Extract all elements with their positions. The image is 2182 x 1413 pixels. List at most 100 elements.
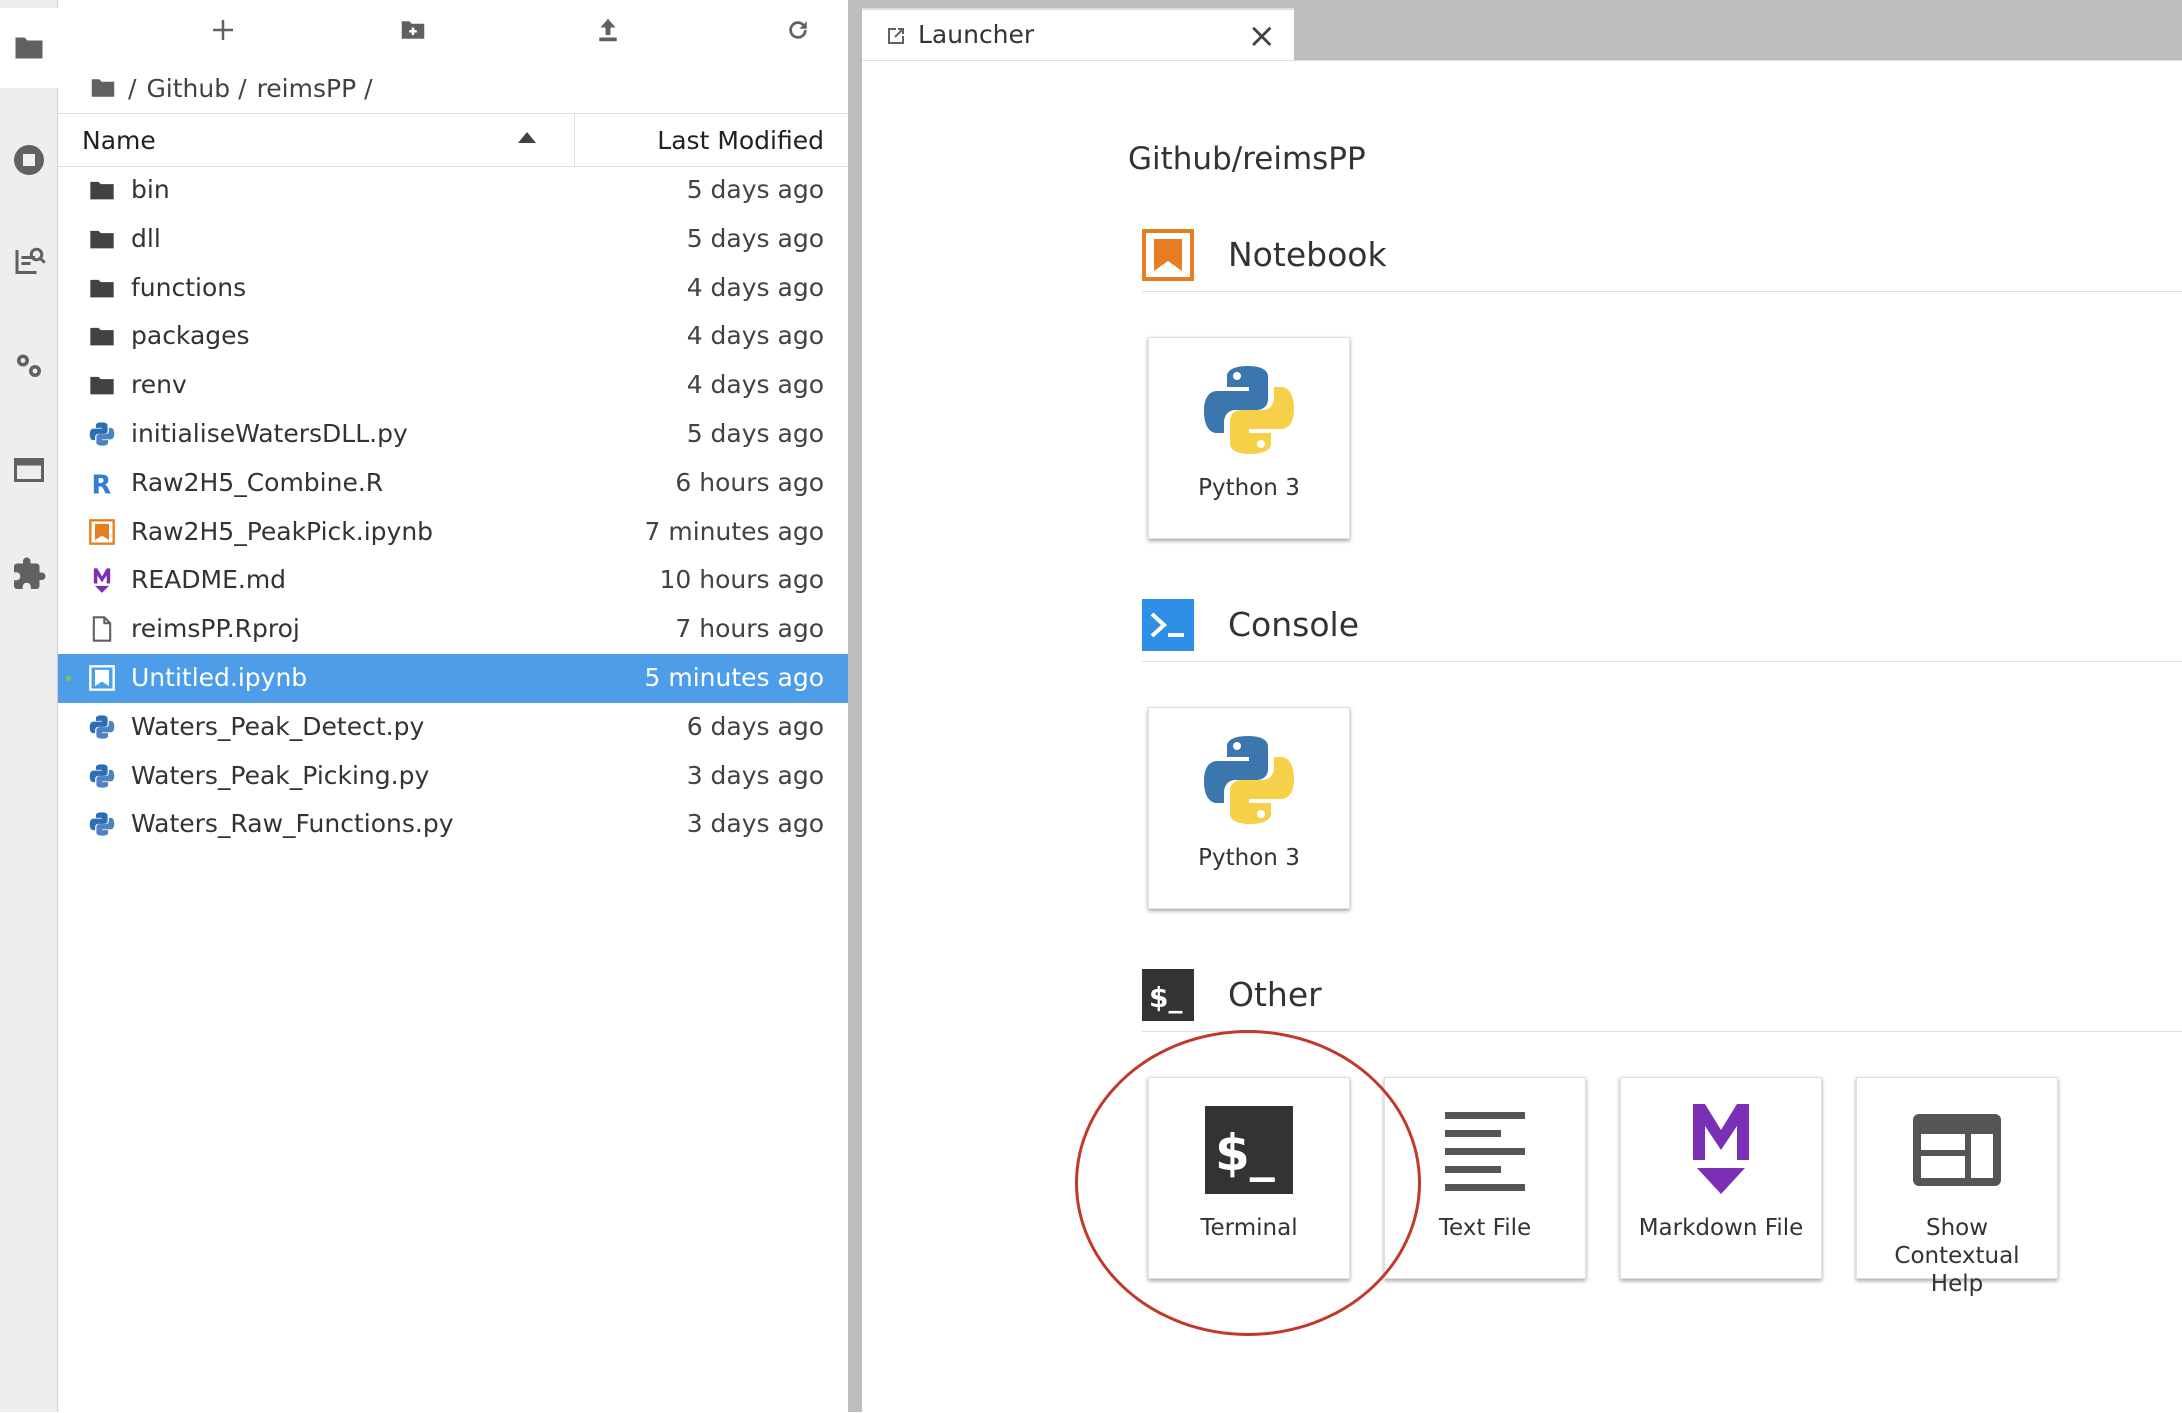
- text-file-card[interactable]: Text File: [1384, 1077, 1586, 1279]
- file-name: Raw2H5_PeakPick.ipynb: [131, 516, 434, 546]
- column-divider[interactable]: [574, 114, 575, 166]
- folder-icon: [88, 371, 116, 399]
- python-file-icon: [88, 762, 116, 790]
- tab-bar: Launcher ×: [862, 0, 2182, 62]
- card-label: Python 3: [1198, 475, 1300, 501]
- new-folder-icon: [401, 21, 425, 39]
- file-modified: 5 days ago: [686, 223, 824, 253]
- file-modified: 6 hours ago: [675, 467, 824, 497]
- section-title: Console: [1228, 605, 1360, 644]
- markdown-file-card[interactable]: Markdown File: [1620, 1077, 1822, 1279]
- new-launcher-button[interactable]: [193, 8, 253, 52]
- file-row[interactable]: R Raw2H5_Combine.R 6 hours ago: [58, 459, 848, 508]
- file-row[interactable]: Waters_Peak_Detect.py 6 days ago: [58, 703, 848, 752]
- other-section-header: $_ Other: [1142, 961, 2182, 1032]
- card-label: Terminal: [1200, 1215, 1298, 1241]
- launcher-icon: [888, 28, 904, 44]
- file-row[interactable]: README.md 10 hours ago: [58, 556, 848, 605]
- extension-icon: [13, 557, 45, 589]
- file-modified: 4 days ago: [686, 321, 824, 351]
- generic-file-icon: [88, 615, 116, 643]
- notebook-file-icon: [88, 664, 116, 692]
- file-row[interactable]: reimsPP.Rproj 7 hours ago: [58, 605, 848, 654]
- notebook-python3-card[interactable]: Python 3: [1148, 337, 1350, 539]
- file-name: packages: [131, 321, 250, 351]
- tab-launcher[interactable]: Launcher ×: [862, 8, 1294, 62]
- file-name: reimsPP.Rproj: [131, 614, 300, 644]
- new-folder-button[interactable]: [383, 8, 443, 52]
- notebook-file-icon: [88, 518, 116, 546]
- breadcrumb-github[interactable]: Github: [146, 74, 230, 103]
- file-modified: 5 minutes ago: [644, 662, 824, 692]
- breadcrumb: / Github / reimsPP /: [88, 68, 375, 108]
- file-name: Waters_Raw_Functions.py: [131, 809, 454, 839]
- file-modified: 10 hours ago: [659, 565, 824, 595]
- file-list-header: Name Last Modified: [58, 113, 848, 167]
- file-row[interactable]: packages 4 days ago: [58, 312, 848, 361]
- text-file-icon: [1445, 1112, 1525, 1191]
- python-icon: [1204, 366, 1294, 454]
- running-indicator: [66, 675, 71, 681]
- file-row[interactable]: Raw2H5_PeakPick.ipynb 7 minutes ago: [58, 508, 848, 557]
- tabs-icon: [13, 458, 44, 482]
- name-column-header[interactable]: Name: [82, 126, 156, 155]
- file-row[interactable]: functions 4 days ago: [58, 264, 848, 313]
- section-title: Notebook: [1228, 235, 1387, 274]
- tabs-tab[interactable]: [0, 440, 57, 500]
- file-row[interactable]: initialiseWatersDLL.py 5 days ago: [58, 410, 848, 459]
- terminal-card[interactable]: $_ Terminal: [1148, 1077, 1350, 1279]
- panel-splitter[interactable]: [848, 0, 862, 1412]
- r-file-icon: R: [88, 469, 116, 500]
- tab-label: Launcher: [918, 20, 1035, 49]
- upload-icon: [599, 18, 617, 42]
- file-name: initialiseWatersDLL.py: [131, 418, 408, 448]
- folder-icon: [88, 274, 116, 302]
- file-row[interactable]: renv 4 days ago: [58, 361, 848, 410]
- folder-icon: [88, 176, 116, 204]
- file-modified: 4 days ago: [686, 272, 824, 302]
- running-icon: [13, 145, 44, 175]
- file-modified: 5 days ago: [686, 418, 824, 448]
- folder-icon: [88, 225, 116, 253]
- file-name: bin: [131, 175, 170, 204]
- file-row[interactable]: bin 5 days ago: [58, 166, 848, 215]
- launcher-cwd: Github/reimsPP: [1128, 141, 1366, 177]
- running-sessions-tab[interactable]: [0, 130, 57, 190]
- file-modified: 3 days ago: [686, 760, 824, 790]
- file-browser: / Github / reimsPP / Name Last Modified …: [58, 0, 848, 1412]
- close-icon[interactable]: ×: [1248, 16, 1277, 56]
- home-folder-icon[interactable]: [88, 73, 118, 103]
- refresh-button[interactable]: [768, 8, 828, 52]
- console-python3-card[interactable]: Python 3: [1148, 707, 1350, 909]
- commands-tab[interactable]: [0, 232, 57, 292]
- contextual-help-card[interactable]: Show Contextual Help: [1856, 1077, 2058, 1297]
- file-name: Waters_Peak_Detect.py: [131, 711, 425, 741]
- file-modified: 5 days ago: [686, 175, 824, 204]
- card-label: Markdown File: [1638, 1215, 1804, 1241]
- file-row[interactable]: dll 5 days ago: [58, 215, 848, 264]
- file-row[interactable]: Waters_Raw_Functions.py 3 days ago: [58, 800, 848, 849]
- breadcrumb-separator: /: [128, 73, 137, 103]
- file-row[interactable]: Untitled.ipynb 5 minutes ago: [58, 653, 848, 703]
- file-modified: 7 minutes ago: [644, 516, 824, 546]
- upload-button[interactable]: [578, 8, 638, 52]
- file-list: bin 5 days ago dll 5 days ago functions 4 day…: [58, 166, 848, 849]
- card-label: Show Contextual Help: [1894, 1215, 2020, 1297]
- terminal-icon: $_: [1205, 1106, 1293, 1194]
- property-inspector-icon: [16, 354, 41, 377]
- contextual-help-icon: [1913, 1114, 2001, 1186]
- svg-text:$_: $_: [1215, 1124, 1275, 1182]
- extension-manager-tab[interactable]: [0, 544, 57, 604]
- card-label: Python 3: [1198, 845, 1300, 871]
- breadcrumb-reimspp[interactable]: reimsPP: [257, 74, 357, 103]
- file-row[interactable]: Waters_Peak_Picking.py 3 days ago: [58, 752, 848, 801]
- python-file-icon: [88, 713, 116, 741]
- last-modified-column-header[interactable]: Last Modified: [657, 126, 824, 155]
- file-modified: 6 days ago: [686, 711, 824, 741]
- file-browser-tab[interactable]: [0, 8, 58, 88]
- property-inspector-tab[interactable]: [0, 335, 57, 395]
- refresh-icon: [789, 21, 807, 39]
- breadcrumb-separator: /: [364, 73, 373, 103]
- folder-icon: [88, 322, 116, 350]
- section-title: Other: [1228, 975, 1322, 1014]
